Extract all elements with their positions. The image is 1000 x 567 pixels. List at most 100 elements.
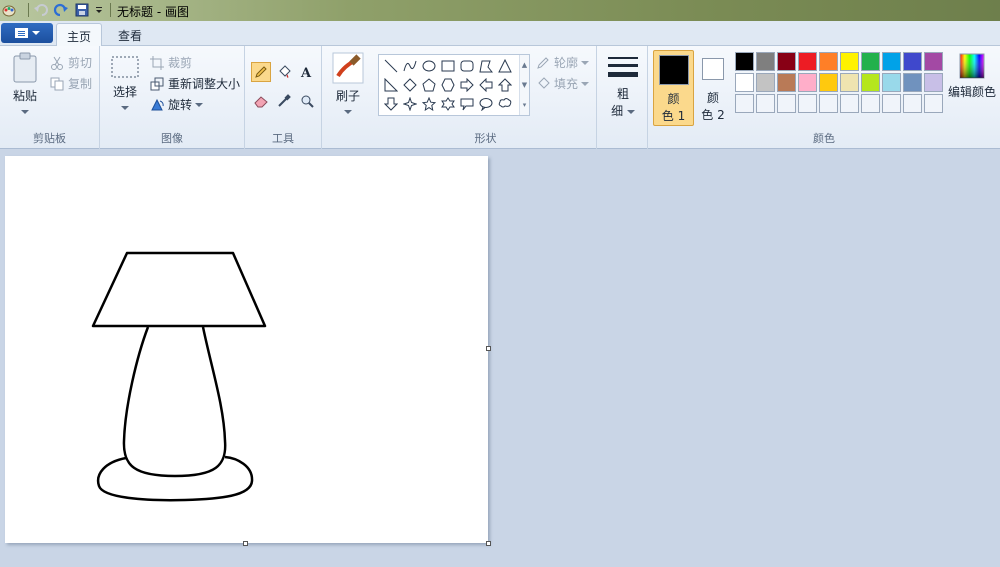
brushes-button[interactable]: 刷子 [330,52,366,118]
save-icon[interactable] [75,3,89,17]
outline-button[interactable]: 轮廓 [536,54,590,71]
palette-swatch[interactable] [924,52,943,71]
up-arrow-shape-icon[interactable] [495,75,514,94]
tools-group: A 工具 [245,46,322,149]
drawing-canvas[interactable] [5,156,488,543]
pencil-tool[interactable] [251,62,271,82]
fill-button[interactable]: 填充 [536,75,590,92]
rounded-rectangle-shape-icon[interactable] [457,56,476,75]
edit-colors-button[interactable]: 编辑颜色 [948,52,996,100]
cut-button[interactable]: 剪切 [50,54,92,71]
oval-shape-icon[interactable] [419,56,438,75]
palette-swatch[interactable] [861,94,880,113]
palette-swatch[interactable] [882,52,901,71]
magnifier-icon [301,95,314,108]
resize-handle-bottom[interactable] [243,541,248,546]
tab-view[interactable]: 查看 [108,23,152,46]
six-point-star-shape-icon[interactable] [438,94,457,113]
rectangle-shape-icon[interactable] [438,56,457,75]
palette-swatch[interactable] [903,52,922,71]
resize-handle-corner[interactable] [486,541,491,546]
palette-swatch[interactable] [924,94,943,113]
shapes-scrollbar[interactable]: ▲ ▼ ▾ [519,55,529,115]
rectangle-callout-shape-icon[interactable] [457,94,476,113]
palette-swatch[interactable] [798,73,817,92]
left-arrow-shape-icon[interactable] [476,75,495,94]
triangle-shape-icon[interactable] [495,56,514,75]
fill-icon [279,65,291,78]
palette-swatch[interactable] [756,73,775,92]
color-picker-tool[interactable] [274,91,294,111]
palette-swatch[interactable] [798,52,817,71]
resize-handle-right[interactable] [486,346,491,351]
size-button[interactable]: 粗 细 [604,54,642,119]
curve-shape-icon[interactable] [400,56,419,75]
customize-toolbar-icon[interactable] [94,3,104,17]
copy-button[interactable]: 复制 [50,75,92,92]
palette-swatch[interactable] [819,52,838,71]
crop-button[interactable]: 裁剪 [150,54,192,71]
hexagon-shape-icon[interactable] [438,75,457,94]
magnifier-tool[interactable] [297,91,317,111]
five-point-star-shape-icon[interactable] [419,94,438,113]
divider [110,3,111,17]
palette-swatch[interactable] [756,94,775,113]
palette-swatch[interactable] [735,52,754,71]
oval-callout-shape-icon[interactable] [476,94,495,113]
tab-home[interactable]: 主页 [56,23,103,46]
palette-swatch[interactable] [924,73,943,92]
palette-swatch[interactable] [840,52,859,71]
palette-swatch[interactable] [756,52,775,71]
palette-swatch[interactable] [819,94,838,113]
palette-swatch[interactable] [882,94,901,113]
palette-swatch[interactable] [777,52,796,71]
four-point-star-shape-icon[interactable] [400,94,419,113]
palette-swatch[interactable] [903,73,922,92]
paint-menu-button[interactable] [1,23,53,43]
redo-icon[interactable] [53,2,69,18]
svg-text:A: A [300,66,312,79]
eraser-tool[interactable] [251,91,271,111]
tools-group-label: 工具 [272,132,294,145]
undo-icon[interactable] [33,2,49,18]
paint-app-icon[interactable] [2,3,16,17]
right-triangle-shape-icon[interactable] [381,75,400,94]
palette-swatch[interactable] [798,94,817,113]
polygon-shape-icon[interactable] [476,56,495,75]
shapes-gallery[interactable]: ▲ ▼ ▾ [378,54,530,116]
color1-button[interactable]: 颜 色 1 [653,50,694,126]
palette-swatch[interactable] [819,73,838,92]
down-arrow-shape-icon[interactable] [381,94,400,113]
palette-swatch[interactable] [735,94,754,113]
rotate-button[interactable]: 旋转 [150,96,204,113]
palette-swatch[interactable] [861,52,880,71]
cloud-callout-shape-icon[interactable] [495,94,514,113]
diamond-shape-icon[interactable] [400,75,419,94]
palette-swatch[interactable] [840,94,859,113]
line-shape-icon[interactable] [381,56,400,75]
palette-swatch[interactable] [777,73,796,92]
palette-swatch[interactable] [882,73,901,92]
text-tool[interactable]: A [297,62,317,82]
right-arrow-shape-icon[interactable] [457,75,476,94]
fill-bucket-icon [536,76,550,91]
palette-swatch[interactable] [777,94,796,113]
pentagon-shape-icon[interactable] [419,75,438,94]
brush-icon [332,52,364,84]
image-group-label: 图像 [161,132,183,145]
palette-swatch[interactable] [840,73,859,92]
palette-swatch[interactable] [861,73,880,92]
resize-button[interactable]: 重新调整大小 [150,75,240,92]
size-group: 粗 细 [597,46,648,149]
chevron-down-icon [31,31,40,35]
select-button[interactable]: 选择 [108,54,142,114]
color-palette [735,52,945,115]
palette-swatch[interactable] [903,94,922,113]
paste-button[interactable]: 粘贴 [6,52,44,118]
color1-label-line2: 色 1 [661,109,686,123]
size-label-1: 粗 [616,87,629,101]
palette-swatch[interactable] [735,73,754,92]
brushes-group: 刷子 [322,46,375,149]
fill-tool[interactable] [274,62,294,82]
color2-button[interactable]: 颜 色 2 [697,50,729,126]
